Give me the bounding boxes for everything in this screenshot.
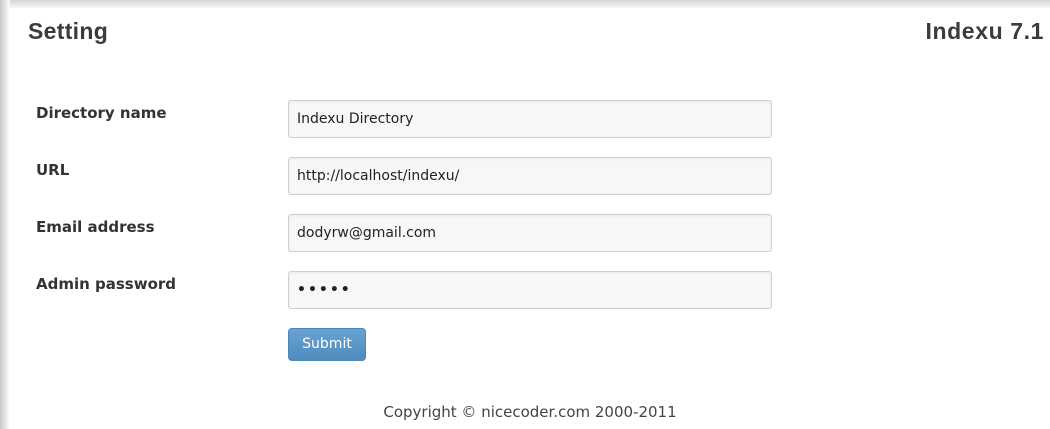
app-version: Indexu 7.1 xyxy=(925,18,1044,44)
url-input[interactable]: http://localhost/indexu/ xyxy=(288,157,772,195)
header: Setting Indexu 7.1 xyxy=(10,8,1050,58)
directory-name-label: Directory name xyxy=(36,104,167,122)
admin-password-label: Admin password xyxy=(36,275,177,293)
directory-name-row: Directory name Indexu Directory xyxy=(10,100,1050,140)
settings-panel: Setting Indexu 7.1 Directory name Indexu… xyxy=(10,8,1050,429)
directory-name-input[interactable]: Indexu Directory xyxy=(288,100,772,138)
copyright-footer: Copyright © nicecoder.com 2000-2011 xyxy=(383,403,677,421)
page-title: Setting xyxy=(28,18,109,44)
email-input[interactable]: dodyrw@gmail.com xyxy=(288,214,772,252)
email-row: Email address dodyrw@gmail.com xyxy=(10,214,1050,254)
url-row: URL http://localhost/indexu/ xyxy=(10,157,1050,197)
admin-password-row: Admin password ••••• xyxy=(10,271,1050,311)
email-label: Email address xyxy=(36,218,155,236)
window-shadow-left xyxy=(0,0,10,429)
url-label: URL xyxy=(36,161,70,179)
submit-button[interactable]: Submit xyxy=(288,328,366,361)
admin-password-input[interactable]: ••••• xyxy=(288,271,772,309)
